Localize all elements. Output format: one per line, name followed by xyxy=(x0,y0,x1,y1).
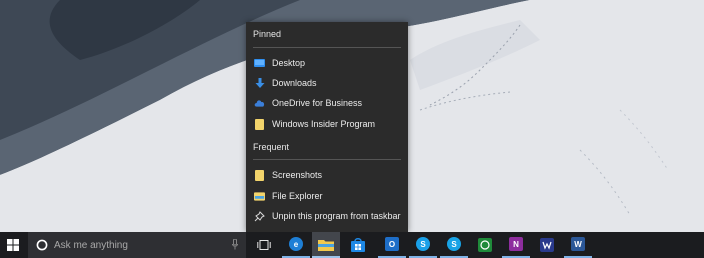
taskbar-app-skype-for-business[interactable]: S xyxy=(409,232,437,258)
taskbar-jump-list: Pinned Desktop Downloads OneDrive for Bu… xyxy=(246,22,408,232)
cortana-search-box[interactable]: Ask me anything xyxy=(28,232,246,258)
taskbar-app-skype[interactable]: S xyxy=(440,232,468,258)
taskbar-app-store[interactable] xyxy=(344,232,372,258)
separator xyxy=(253,47,401,48)
jumplist-item-windows-insider-program[interactable]: Windows Insider Program xyxy=(246,114,408,134)
xbox-icon xyxy=(478,238,492,252)
cortana-icon xyxy=(36,239,48,251)
jumplist-item-downloads[interactable]: Downloads xyxy=(246,73,408,93)
desktop-folder-icon xyxy=(254,58,265,69)
task-view-button[interactable] xyxy=(250,232,278,258)
jumplist-item-label: Windows Insider Program xyxy=(272,119,376,129)
taskbar-app-file-explorer[interactable] xyxy=(312,232,340,258)
downloads-icon xyxy=(254,77,265,89)
file-explorer-icon xyxy=(254,191,265,202)
jumplist-item-label: OneDrive for Business xyxy=(272,98,363,108)
onedrive-icon xyxy=(254,98,265,109)
folder-icon xyxy=(254,118,265,130)
pinned-section-label: Pinned xyxy=(253,29,282,39)
folder-icon xyxy=(254,169,265,181)
frequent-section-label: Frequent xyxy=(253,142,290,152)
jumplist-item-label: Downloads xyxy=(272,78,317,88)
skype-icon: S xyxy=(416,237,430,251)
word-icon: W xyxy=(571,237,585,251)
jumplist-item-screenshots[interactable]: Screenshots xyxy=(246,165,408,185)
taskbar-app-edge[interactable]: e xyxy=(282,232,310,258)
jumplist-item-label: File Explorer xyxy=(272,191,323,201)
taskbar-app-blue[interactable] xyxy=(533,232,561,258)
search-placeholder: Ask me anything xyxy=(54,239,128,251)
jumplist-item-file-explorer[interactable]: File Explorer xyxy=(246,186,408,206)
unpin-icon xyxy=(254,210,265,222)
jumplist-item-onedrive-for-business[interactable]: OneDrive for Business xyxy=(246,93,408,113)
jumplist-item-label: Unpin this program from taskbar xyxy=(272,211,401,221)
store-icon xyxy=(351,238,365,252)
onenote-icon: N xyxy=(509,237,523,251)
taskbar-app-xbox[interactable] xyxy=(471,232,499,258)
jumplist-item-desktop[interactable]: Desktop xyxy=(246,53,408,73)
start-button[interactable] xyxy=(0,232,26,258)
taskbar-app-outlook[interactable]: O xyxy=(378,232,406,258)
separator xyxy=(253,159,401,160)
microphone-icon[interactable] xyxy=(232,239,238,250)
skype-icon: S xyxy=(447,237,461,251)
unpin-from-taskbar-item[interactable]: Unpin this program from taskbar xyxy=(246,206,408,226)
taskbar: Ask me anything e O S S N W xyxy=(0,232,704,258)
app-icon xyxy=(540,238,554,252)
jumplist-item-label: Screenshots xyxy=(272,170,323,180)
file-explorer-icon xyxy=(318,239,334,251)
outlook-icon: O xyxy=(385,237,399,251)
task-view-icon xyxy=(257,240,271,250)
windows-logo-icon xyxy=(7,239,19,251)
taskbar-app-onenote[interactable]: N xyxy=(502,232,530,258)
jumplist-item-label: Desktop xyxy=(272,58,306,68)
edge-icon: e xyxy=(289,237,303,251)
taskbar-app-word[interactable]: W xyxy=(564,232,592,258)
